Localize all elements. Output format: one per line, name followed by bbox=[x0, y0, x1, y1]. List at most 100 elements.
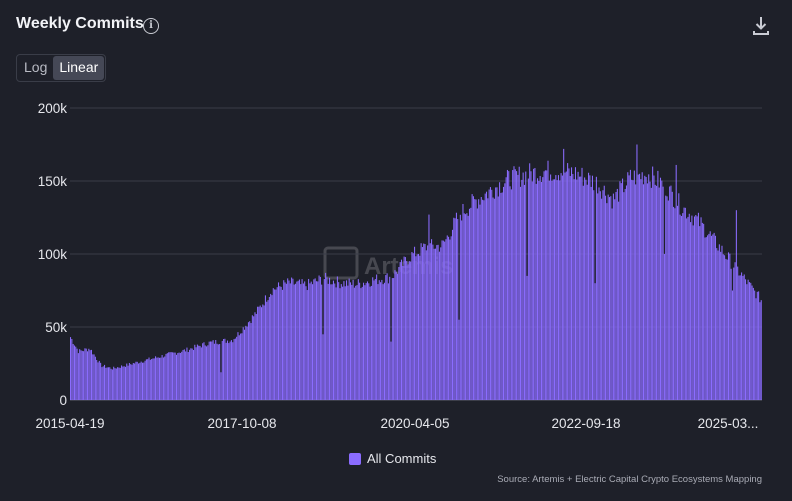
commit-bar[interactable] bbox=[516, 171, 518, 400]
commit-bar[interactable] bbox=[329, 277, 331, 400]
commit-bar[interactable] bbox=[656, 185, 658, 400]
commit-bar[interactable] bbox=[722, 254, 724, 400]
commit-bar[interactable] bbox=[574, 167, 576, 400]
commit-bar[interactable] bbox=[353, 287, 355, 400]
commit-bar[interactable] bbox=[427, 245, 429, 400]
commit-bar[interactable] bbox=[135, 361, 137, 400]
commit-bar[interactable] bbox=[563, 148, 565, 400]
commit-bar[interactable] bbox=[759, 302, 761, 400]
commit-bar[interactable] bbox=[247, 322, 249, 400]
commit-bar[interactable] bbox=[295, 283, 297, 400]
commit-bar[interactable] bbox=[263, 305, 265, 400]
commit-bar[interactable] bbox=[716, 248, 718, 400]
commit-bar[interactable] bbox=[100, 362, 102, 400]
commit-bar[interactable] bbox=[520, 186, 522, 400]
commit-bar[interactable] bbox=[602, 190, 604, 400]
commit-bar[interactable] bbox=[111, 369, 113, 400]
commit-bar[interactable] bbox=[338, 282, 340, 400]
commit-bar[interactable] bbox=[349, 282, 351, 400]
commit-bar[interactable] bbox=[230, 340, 232, 400]
commit-bar[interactable] bbox=[177, 353, 179, 400]
commit-bar[interactable] bbox=[540, 182, 542, 400]
commit-bar[interactable] bbox=[88, 348, 90, 400]
commit-bar[interactable] bbox=[369, 286, 371, 400]
commit-bar[interactable] bbox=[754, 290, 756, 400]
commit-bar[interactable] bbox=[87, 351, 89, 400]
commit-bar[interactable] bbox=[696, 216, 698, 400]
commit-bar[interactable] bbox=[70, 337, 72, 400]
commit-bar[interactable] bbox=[168, 352, 170, 400]
commit-bar[interactable] bbox=[625, 185, 628, 400]
commit-bar[interactable] bbox=[238, 335, 240, 400]
commit-bar[interactable] bbox=[614, 199, 616, 400]
commit-bar[interactable] bbox=[276, 287, 278, 400]
commit-bar[interactable] bbox=[568, 168, 570, 400]
commit-bar[interactable] bbox=[639, 173, 641, 400]
commit-bar[interactable] bbox=[106, 367, 108, 400]
commit-bar[interactable] bbox=[666, 196, 668, 400]
commit-bar[interactable] bbox=[234, 338, 236, 400]
commit-bar[interactable] bbox=[663, 254, 665, 400]
commit-bar[interactable] bbox=[190, 348, 192, 400]
commit-bar[interactable] bbox=[669, 186, 671, 400]
commit-bar[interactable] bbox=[712, 234, 714, 400]
commit-bar[interactable] bbox=[629, 169, 631, 400]
commit-bar[interactable] bbox=[398, 267, 400, 400]
commit-bar[interactable] bbox=[121, 365, 123, 400]
commit-bar[interactable] bbox=[209, 341, 212, 400]
commit-bar[interactable] bbox=[301, 279, 303, 400]
commit-bar[interactable] bbox=[594, 283, 596, 400]
commit-bar[interactable] bbox=[402, 265, 404, 400]
commit-bar[interactable] bbox=[340, 284, 342, 400]
commit-bar[interactable] bbox=[709, 231, 711, 400]
commit-bar[interactable] bbox=[225, 342, 227, 400]
commit-bar[interactable] bbox=[85, 348, 87, 400]
commit-bar[interactable] bbox=[665, 195, 667, 400]
commit-bar[interactable] bbox=[151, 359, 153, 400]
commit-bar[interactable] bbox=[428, 214, 430, 400]
commit-bar[interactable] bbox=[114, 368, 116, 400]
commit-bar[interactable] bbox=[585, 179, 587, 400]
commit-bar[interactable] bbox=[654, 184, 656, 400]
commit-bar[interactable] bbox=[83, 351, 85, 400]
commit-bar[interactable] bbox=[380, 282, 382, 400]
commit-bar[interactable] bbox=[704, 237, 706, 400]
commit-bar[interactable] bbox=[692, 225, 694, 400]
commit-bar[interactable] bbox=[569, 175, 571, 400]
commit-bar[interactable] bbox=[678, 193, 680, 400]
commit-bar[interactable] bbox=[169, 352, 171, 400]
commit-bar[interactable] bbox=[123, 366, 125, 400]
commit-bar[interactable] bbox=[351, 284, 353, 400]
commit-bar[interactable] bbox=[408, 261, 410, 400]
commit-bar[interactable] bbox=[725, 258, 727, 400]
commit-bar[interactable] bbox=[124, 366, 126, 400]
commit-bar[interactable] bbox=[429, 243, 431, 400]
commit-bar[interactable] bbox=[325, 272, 327, 400]
commit-bar[interactable] bbox=[690, 222, 692, 400]
commit-bar[interactable] bbox=[462, 203, 464, 400]
commit-bar[interactable] bbox=[77, 353, 79, 400]
commit-bar[interactable] bbox=[492, 197, 494, 400]
commit-bar[interactable] bbox=[407, 264, 409, 400]
commit-bar[interactable] bbox=[471, 194, 473, 400]
commit-bar[interactable] bbox=[96, 359, 98, 400]
commit-bar[interactable] bbox=[368, 283, 370, 400]
commit-bar[interactable] bbox=[437, 244, 439, 400]
commit-bar[interactable] bbox=[215, 340, 217, 400]
commit-bar[interactable] bbox=[550, 174, 552, 400]
commit-bar[interactable] bbox=[487, 198, 489, 400]
commit-bar[interactable] bbox=[598, 187, 600, 400]
commit-bar[interactable] bbox=[391, 278, 393, 400]
commit-bar[interactable] bbox=[700, 217, 702, 400]
commit-bar[interactable] bbox=[229, 341, 231, 400]
commit-bar[interactable] bbox=[608, 197, 611, 400]
commit-bar[interactable] bbox=[593, 190, 595, 400]
commit-bar[interactable] bbox=[420, 243, 422, 400]
commit-bar[interactable] bbox=[213, 343, 215, 400]
commit-bar[interactable] bbox=[648, 174, 650, 400]
commit-bar[interactable] bbox=[416, 254, 418, 400]
commit-bar[interactable] bbox=[588, 172, 590, 400]
commit-bar[interactable] bbox=[724, 255, 726, 400]
commit-bar[interactable] bbox=[578, 176, 580, 400]
commit-bar[interactable] bbox=[119, 367, 121, 400]
